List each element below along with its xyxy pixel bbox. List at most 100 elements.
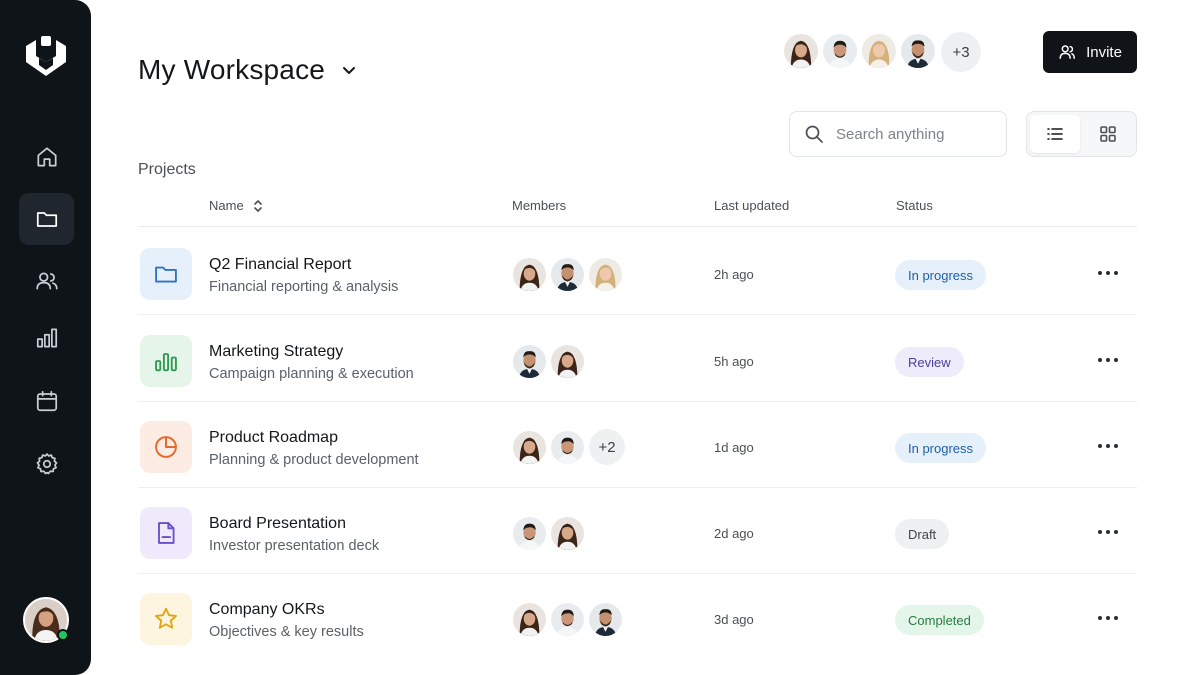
online-status-indicator bbox=[57, 629, 69, 641]
workspace-members[interactable]: +3 bbox=[782, 32, 981, 72]
home-icon bbox=[36, 147, 57, 167]
member-avatar[interactable] bbox=[511, 256, 548, 293]
member-avatar[interactable] bbox=[511, 343, 548, 380]
row-actions-button[interactable] bbox=[1096, 261, 1120, 285]
list-view-button[interactable] bbox=[1030, 115, 1080, 153]
project-description: Financial reporting & analysis bbox=[209, 279, 399, 295]
table-row[interactable]: Q2 Financial Report Financial reporting … bbox=[138, 229, 1137, 315]
status-badge: Draft bbox=[895, 519, 950, 549]
grid-icon bbox=[1100, 126, 1116, 142]
project-icon-tile bbox=[140, 421, 192, 473]
member-avatar[interactable] bbox=[511, 515, 548, 552]
last-updated: 2h ago bbox=[714, 267, 754, 282]
calendar-icon bbox=[36, 390, 57, 412]
gear-icon bbox=[36, 453, 57, 475]
bar-chart-icon bbox=[36, 328, 57, 348]
member-avatar[interactable] bbox=[549, 256, 586, 293]
column-header-members: Members bbox=[512, 198, 566, 213]
sort-icon bbox=[253, 199, 262, 212]
column-header-status: Status bbox=[896, 198, 933, 213]
table-row[interactable]: Company OKRs Objectives & key results 3d… bbox=[138, 574, 1137, 660]
column-label: Members bbox=[512, 198, 567, 213]
project-description: Objectives & key results bbox=[209, 624, 364, 640]
grid-view-button[interactable] bbox=[1083, 115, 1133, 153]
member-avatar[interactable] bbox=[549, 429, 586, 466]
project-name[interactable]: Company OKRs bbox=[209, 601, 325, 619]
last-updated: 1d ago bbox=[714, 440, 754, 455]
column-header-name[interactable]: Name bbox=[209, 198, 264, 213]
search-box[interactable] bbox=[789, 111, 1007, 157]
project-name[interactable]: Marketing Strategy bbox=[209, 343, 343, 361]
member-avatar[interactable] bbox=[587, 601, 624, 638]
project-members[interactable] bbox=[511, 343, 587, 380]
project-members[interactable]: +2 bbox=[511, 429, 625, 466]
project-icon-tile bbox=[140, 507, 192, 559]
status-badge: Completed bbox=[895, 605, 984, 635]
sidebar bbox=[0, 0, 91, 675]
sidebar-item-analytics[interactable] bbox=[19, 312, 74, 364]
search-input[interactable] bbox=[836, 125, 996, 143]
status-badge: In progress bbox=[895, 260, 987, 290]
project-name[interactable]: Product Roadmap bbox=[209, 429, 338, 447]
shield-logo-icon[interactable] bbox=[22, 32, 70, 80]
sidebar-item-calendar[interactable] bbox=[19, 375, 74, 427]
project-description: Campaign planning & execution bbox=[209, 366, 414, 382]
search-icon bbox=[805, 125, 823, 143]
member-avatar[interactable] bbox=[511, 429, 548, 466]
table-row[interactable]: Product Roadmap Planning & product devel… bbox=[138, 402, 1137, 488]
member-avatar[interactable] bbox=[511, 601, 548, 638]
bar-chart-icon bbox=[155, 353, 177, 372]
last-updated: 5h ago bbox=[714, 354, 754, 369]
more-horizontal-icon bbox=[1098, 444, 1118, 448]
row-actions-button[interactable] bbox=[1096, 606, 1120, 630]
user-icon bbox=[1059, 45, 1075, 60]
project-icon-tile bbox=[140, 335, 192, 387]
member-avatar[interactable] bbox=[899, 32, 937, 70]
project-name[interactable]: Board Presentation bbox=[209, 515, 346, 533]
sidebar-item-home[interactable] bbox=[19, 131, 74, 183]
project-description: Planning & product development bbox=[209, 452, 419, 468]
row-actions-button[interactable] bbox=[1096, 348, 1120, 372]
table-row[interactable]: Marketing Strategy Campaign planning & e… bbox=[138, 316, 1137, 402]
folder-icon bbox=[155, 266, 177, 283]
row-actions-button[interactable] bbox=[1096, 434, 1120, 458]
view-toggle bbox=[1026, 111, 1137, 157]
chevron-down-icon bbox=[343, 67, 356, 74]
document-icon bbox=[158, 522, 175, 544]
sidebar-item-team[interactable] bbox=[19, 255, 74, 307]
sidebar-item-settings[interactable] bbox=[19, 438, 74, 490]
member-avatar[interactable] bbox=[549, 515, 586, 552]
member-overflow-count[interactable]: +2 bbox=[589, 429, 625, 465]
users-icon bbox=[35, 272, 58, 290]
project-members[interactable] bbox=[511, 256, 625, 293]
project-icon-tile bbox=[140, 593, 192, 645]
folder-icon bbox=[36, 212, 57, 227]
column-header-last-updated: Last updated bbox=[714, 198, 789, 213]
column-label: Name bbox=[209, 198, 244, 213]
row-actions-button[interactable] bbox=[1096, 520, 1120, 544]
table-row[interactable]: Board Presentation Investor presentation… bbox=[138, 488, 1137, 574]
more-horizontal-icon bbox=[1098, 530, 1118, 534]
list-icon bbox=[1047, 128, 1063, 140]
invite-button[interactable]: Invite bbox=[1043, 31, 1137, 73]
project-name[interactable]: Q2 Financial Report bbox=[209, 256, 351, 274]
workspace-switcher[interactable]: My Workspace bbox=[138, 54, 359, 86]
member-avatar[interactable] bbox=[549, 601, 586, 638]
member-overflow-count[interactable]: +3 bbox=[941, 32, 981, 72]
status-badge: Review bbox=[895, 347, 964, 377]
member-avatar[interactable] bbox=[549, 343, 586, 380]
star-icon bbox=[155, 607, 177, 629]
sidebar-item-projects[interactable] bbox=[19, 193, 74, 245]
project-members[interactable] bbox=[511, 515, 587, 552]
more-horizontal-icon bbox=[1098, 358, 1118, 362]
member-avatar[interactable] bbox=[860, 32, 898, 70]
last-updated: 2d ago bbox=[714, 526, 754, 541]
member-avatar[interactable] bbox=[782, 32, 820, 70]
project-icon-tile bbox=[140, 248, 192, 300]
column-label: Last updated bbox=[714, 198, 790, 213]
member-avatar[interactable] bbox=[821, 32, 859, 70]
pie-chart-icon bbox=[155, 436, 177, 458]
header-divider bbox=[138, 226, 1137, 227]
member-avatar[interactable] bbox=[587, 256, 624, 293]
project-members[interactable] bbox=[511, 601, 625, 638]
